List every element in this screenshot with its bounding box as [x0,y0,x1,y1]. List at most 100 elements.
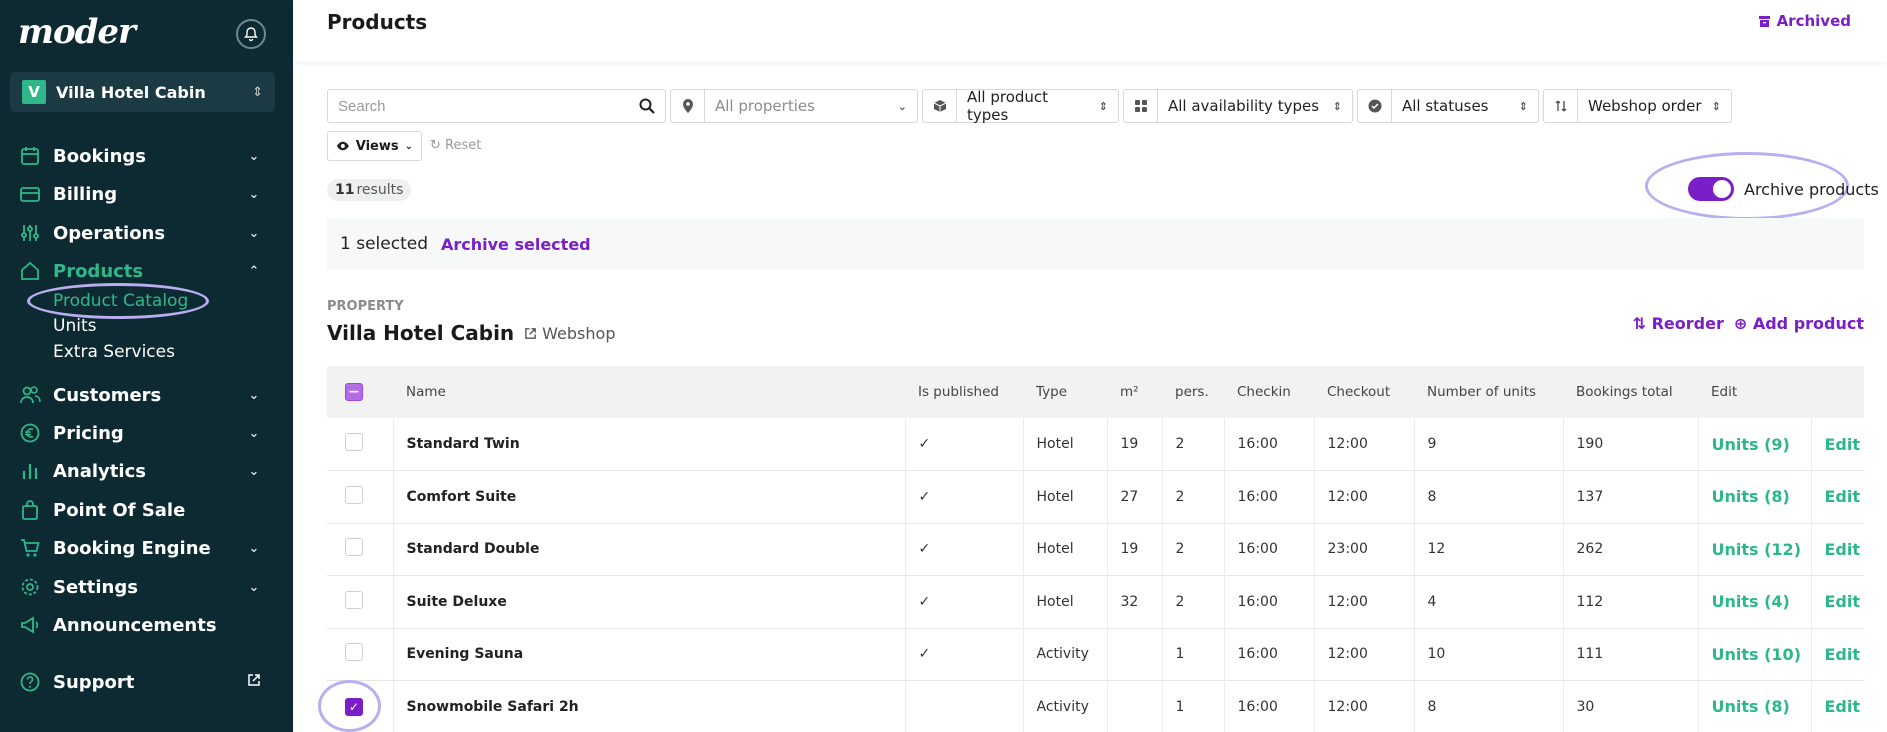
edit-link[interactable]: Edit [1811,681,1864,732]
sidebar-item-operations[interactable]: Operations ⌄ [18,218,278,248]
product-types-filter-value: All product types [967,88,1049,124]
views-button[interactable]: Views ⌄ [327,131,422,161]
row-checkbox[interactable] [345,643,363,662]
checkout-cell: 23:00 [1314,523,1415,576]
sidebar-item-customers[interactable]: Customers ⌄ [18,380,278,410]
calendar-icon [18,144,42,168]
add-product-button[interactable]: ⊕ Add product [1734,314,1864,333]
archive-products-toggle[interactable] [1688,177,1734,201]
select-all-checkbox[interactable]: − [345,383,363,401]
statuses-filter[interactable]: All statuses ⇕ [1357,89,1539,123]
column-header[interactable]: Is published [905,366,1023,418]
search-icon[interactable] [639,98,655,114]
column-header[interactable]: Checkin [1224,366,1314,418]
property-selector[interactable]: V Villa Hotel Cabin ⇕ [10,72,275,112]
cart-icon [18,536,42,560]
pers-cell: 1 [1162,680,1225,732]
units-link[interactable]: Units (9) [1698,418,1812,471]
sidebar-item-point-of-sale[interactable]: Point Of Sale [18,495,278,525]
views-label: Views [355,138,399,154]
sidebar-item-billing[interactable]: Billing ⌄ [18,179,278,209]
units-link[interactable]: Units (12) [1698,523,1812,576]
checkin-cell: 16:00 [1224,523,1315,576]
product-name[interactable]: Comfort Suite [393,470,906,523]
archived-link[interactable]: Archived [1758,12,1851,30]
units-link[interactable]: Units (10) [1698,628,1812,681]
is-published-cell [905,680,1024,732]
search-input[interactable] [338,97,639,115]
bookings-total-cell: 30 [1563,680,1699,732]
column-header[interactable]: Number of units [1414,366,1563,418]
product-name[interactable]: Evening Sauna [393,628,906,681]
bookings-total-cell: 112 [1563,575,1699,628]
product-name[interactable]: Snowmobile Safari 2h [393,680,906,732]
bookings-total-cell: 190 [1563,418,1699,471]
type-cell: Hotel [1023,470,1108,523]
sidebar-item-bookings[interactable]: Bookings ⌄ [18,141,278,171]
reorder-button[interactable]: ⇅ Reorder [1633,314,1724,333]
bookings-total-cell: 137 [1563,470,1699,523]
order-filter[interactable]: Webshop order ⇕ [1543,89,1732,123]
gear-icon [18,575,42,599]
external-link-icon [244,673,264,691]
sidebar-item-label: Bookings [53,145,147,167]
sidebar-item-settings[interactable]: Settings ⌄ [18,572,278,602]
m2-cell: 19 [1107,523,1163,576]
edit-link[interactable]: Edit [1811,471,1864,524]
product-name[interactable]: Standard Twin [393,418,906,471]
row-checkbox[interactable] [345,433,363,451]
type-cell: Activity [1023,628,1108,681]
product-name[interactable]: Suite Deluxe [393,575,906,628]
edit-link[interactable]: Edit [1811,628,1864,681]
units-link[interactable]: Units (4) [1698,575,1812,628]
column-header[interactable]: Name [393,366,905,418]
units-link[interactable]: Units (8) [1698,470,1812,523]
column-header[interactable]: m² [1107,366,1162,418]
edit-link[interactable]: Edit [1811,418,1864,471]
row-checkbox[interactable] [345,485,363,504]
top-bar: Products Archived [293,0,1887,62]
archive-selected-button[interactable]: Archive selected [441,235,591,254]
webshop-link[interactable]: Webshop [524,324,615,343]
checkout-cell: 12:00 [1314,418,1415,471]
sidebar-item-pricing[interactable]: Pricing ⌄ [18,418,278,448]
table-row: Evening Sauna ✓ Activity 1 16:00 12:00 1… [327,628,1864,681]
product-name[interactable]: Standard Double [393,523,906,576]
results-count: 11 [335,182,355,198]
row-checkbox[interactable] [345,590,363,609]
order-filter-value: Webshop order [1588,97,1702,115]
sidebar-item-label: Point Of Sale [53,499,186,521]
availability-types-filter[interactable]: All availability types ⇕ [1123,89,1353,123]
pers-cell: 2 [1162,575,1225,628]
properties-filter[interactable]: All properties ⌄ [670,89,918,123]
column-header[interactable]: Edit [1698,366,1811,418]
row-checkbox[interactable] [345,538,363,557]
subitem-units[interactable]: Units [53,316,96,336]
units-link[interactable]: Units (8) [1698,680,1812,732]
results-label: results [356,182,404,198]
moder-logo[interactable]: moder [18,12,136,52]
reset-button[interactable]: ↻ Reset [430,138,481,153]
sidebar-item-products[interactable]: Products ⌃ [18,256,278,286]
sidebar-item-announcements[interactable]: Announcements [18,610,278,640]
edit-link[interactable]: Edit [1811,523,1864,576]
property-selector-label: Villa Hotel Cabin [56,82,206,102]
m2-cell [1107,680,1163,732]
edit-link[interactable]: Edit [1811,576,1864,629]
archive-products-toggle-row: Archive products [1688,177,1879,201]
sidebar-item-analytics[interactable]: Analytics ⌄ [18,456,278,486]
pers-cell: 2 [1162,523,1225,576]
column-header[interactable]: Type [1023,366,1107,418]
bell-icon[interactable] [236,19,266,49]
chevron-down-icon: ⌄ [248,540,260,556]
subitem-product-catalog[interactable]: Product Catalog [53,291,188,311]
column-header[interactable]: Checkout [1314,366,1414,418]
selection-bar: 1 selected Archive selected [327,218,1864,270]
updown-chevron-icon: ⇕ [1518,99,1528,113]
column-header[interactable]: pers. [1162,366,1224,418]
subitem-extra-services[interactable]: Extra Services [53,342,175,362]
sidebar-item-support[interactable]: Support [18,667,278,697]
product-types-filter[interactable]: All product types ⇕ [922,88,1119,124]
column-header[interactable]: Bookings total [1563,366,1698,418]
sidebar-item-booking-engine[interactable]: Booking Engine ⌄ [18,533,278,563]
